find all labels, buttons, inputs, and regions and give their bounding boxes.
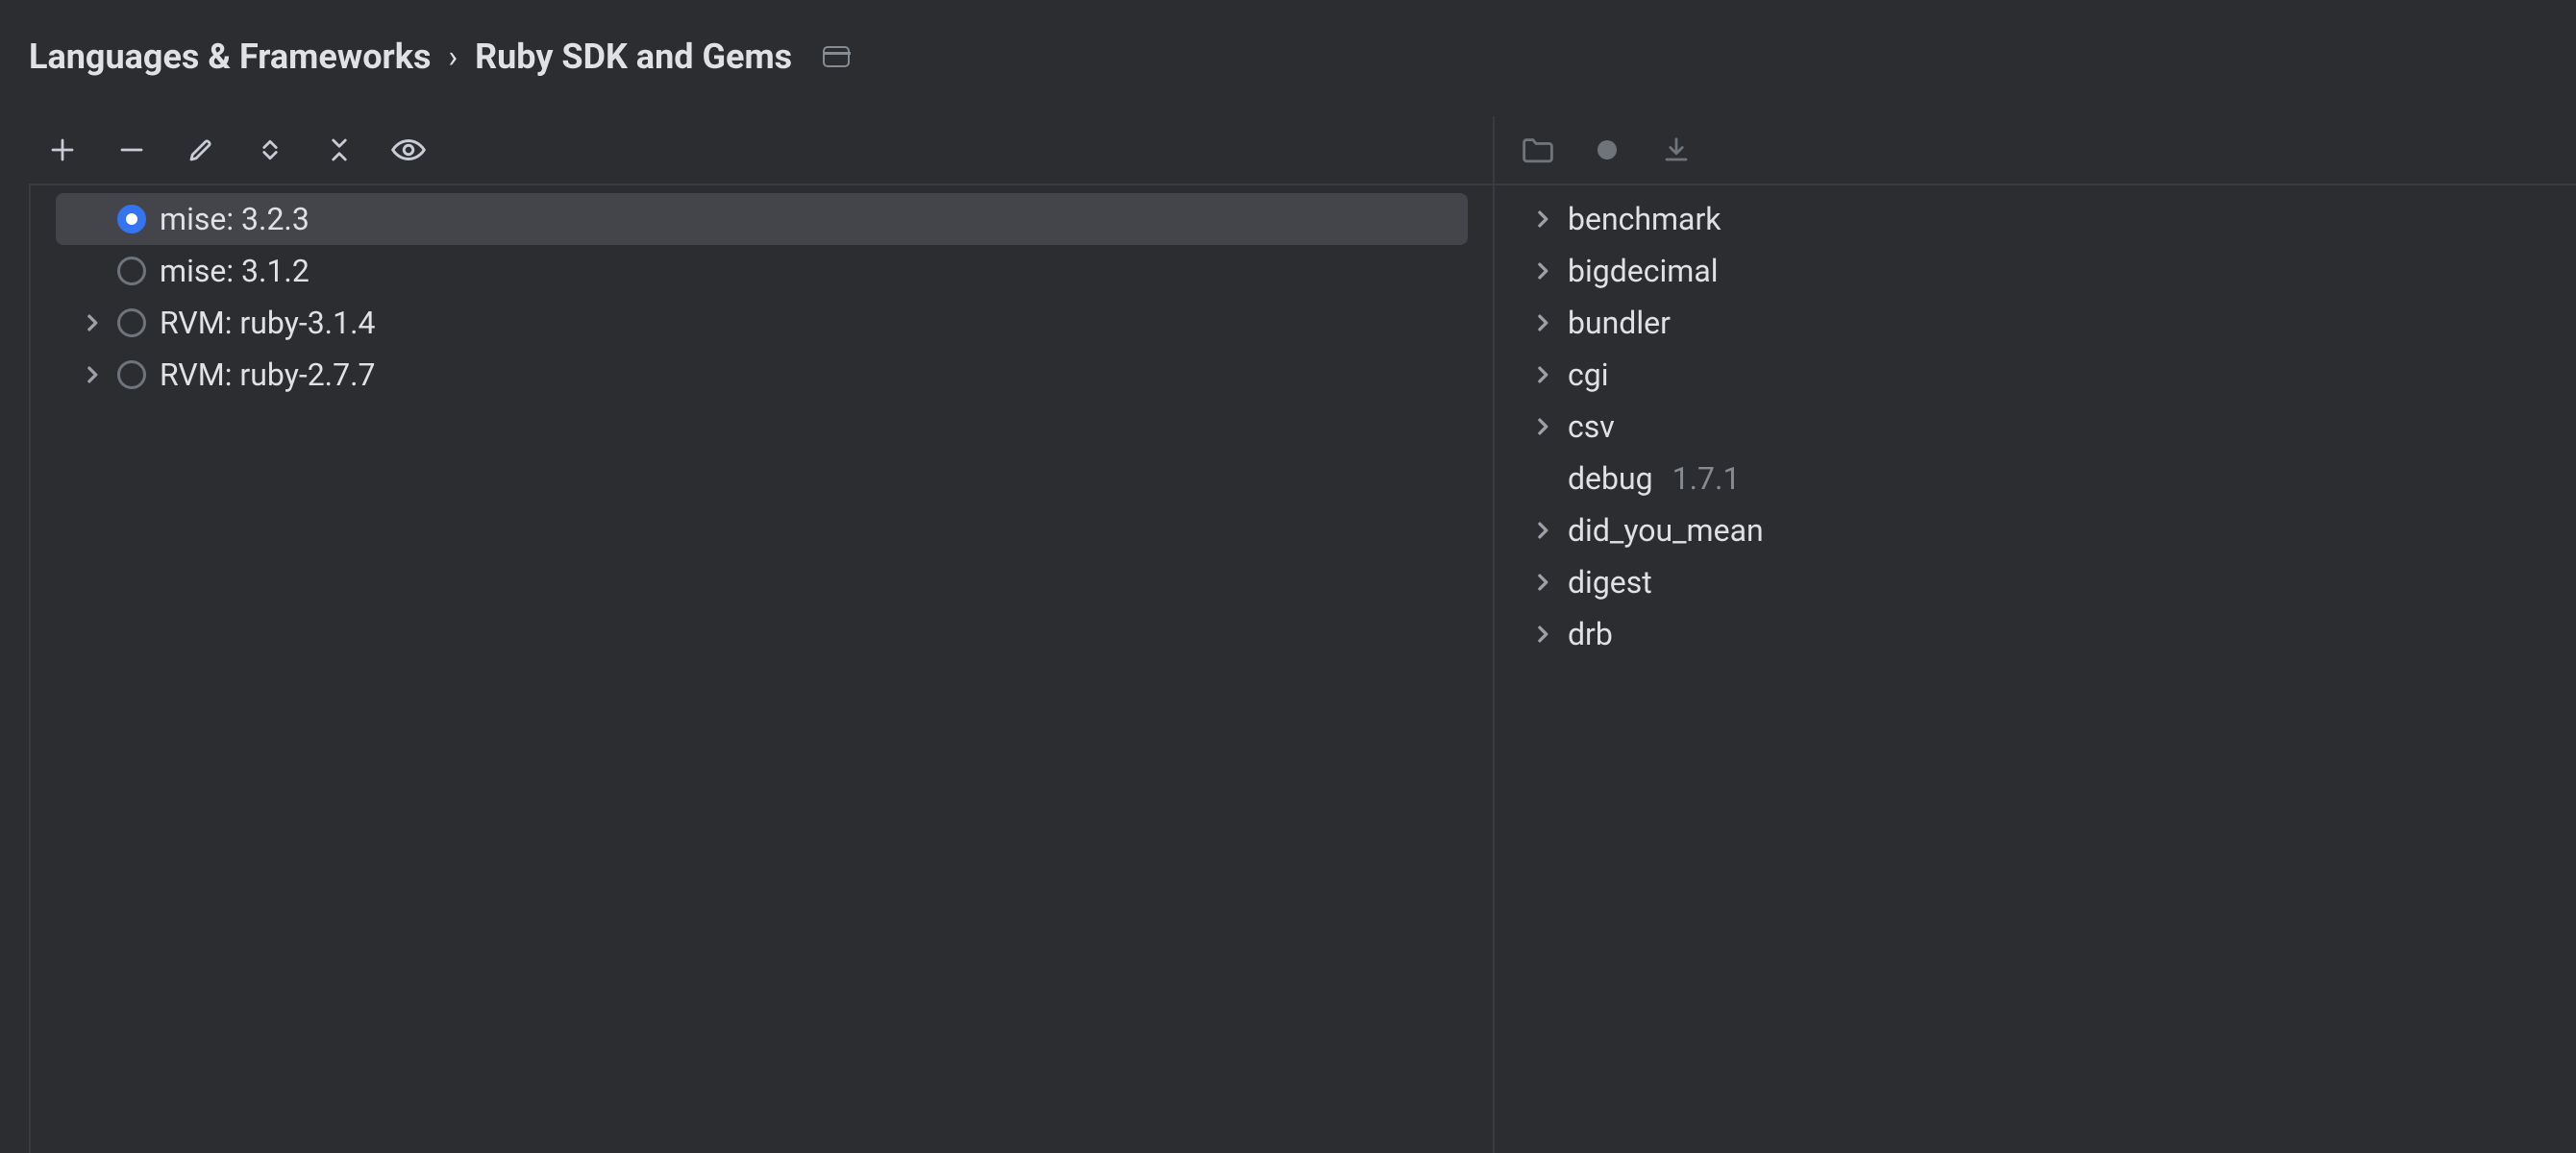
gem-row[interactable]: drb (1495, 608, 2576, 660)
sdk-radio[interactable] (117, 308, 146, 337)
chevron-right-icon[interactable] (83, 312, 104, 333)
gem-row[interactable]: bigdecimal (1495, 245, 2576, 297)
download-icon[interactable] (1658, 132, 1695, 168)
gem-version: 1.7.1 (1667, 460, 1741, 497)
gems-toolbar (1495, 116, 2576, 184)
chevron-right-icon[interactable] (1533, 520, 1554, 541)
sdk-label: RVM: ruby-2.7.7 (160, 356, 376, 393)
expand-all-icon[interactable] (252, 132, 288, 168)
breadcrumb-separator: › (448, 38, 458, 75)
gem-row[interactable]: digest (1495, 556, 2576, 608)
gem-name: csv (1568, 408, 1615, 445)
chevron-right-icon[interactable] (1533, 624, 1554, 645)
sdk-label: RVM: ruby-3.1.4 (160, 305, 376, 341)
gem-name: cgi (1568, 356, 1609, 393)
edit-icon[interactable] (183, 132, 219, 168)
show-hidden-icon[interactable] (390, 132, 427, 168)
gem-name: did_you_mean (1568, 512, 1764, 549)
sdk-radio[interactable] (117, 257, 146, 285)
chevron-right-icon[interactable] (83, 364, 104, 385)
gem-name: benchmark (1568, 201, 1721, 237)
folder-icon[interactable] (1520, 132, 1556, 168)
collapse-all-icon[interactable] (321, 132, 358, 168)
gem-name: debug (1568, 460, 1653, 497)
gem-name: drb (1568, 616, 1613, 652)
sdk-list: mise: 3.2.3 mise: 3.1.2 RVM: ruby-3.1.4 RVM… (29, 184, 1493, 1153)
sdk-row[interactable]: RVM: ruby-3.1.4 (56, 297, 1468, 349)
sdk-row[interactable]: mise: 3.1.2 (56, 245, 1468, 297)
breadcrumb: Languages & Frameworks › Ruby SDK and Ge… (0, 0, 2576, 115)
sdk-label: mise: 3.2.3 (160, 201, 310, 237)
gem-row[interactable]: cgi (1495, 349, 2576, 401)
gem-list: benchmark bigdecimal bundler cgi csv debug 1.7… (1495, 184, 2576, 1153)
add-icon[interactable] (44, 132, 81, 168)
sdk-toolbar (29, 116, 1493, 184)
gem-name: bigdecimal (1568, 253, 1719, 289)
gem-row[interactable]: csv (1495, 401, 2576, 453)
chevron-right-icon[interactable] (1533, 312, 1554, 333)
gem-row[interactable]: debug 1.7.1 (1495, 453, 2576, 504)
gem-name: digest (1568, 564, 1652, 601)
gem-row[interactable]: did_you_mean (1495, 504, 2576, 556)
dot-icon[interactable] (1589, 132, 1625, 168)
chevron-right-icon[interactable] (1533, 364, 1554, 385)
chevron-right-icon[interactable] (1533, 209, 1554, 230)
gem-row[interactable]: benchmark (1495, 193, 2576, 245)
sdk-radio[interactable] (117, 360, 146, 389)
breadcrumb-current: Ruby SDK and Gems (475, 37, 792, 77)
sdk-row[interactable]: mise: 3.2.3 (56, 193, 1468, 245)
remove-icon[interactable] (113, 132, 150, 168)
sdk-panel: mise: 3.2.3 mise: 3.1.2 RVM: ruby-3.1.4 RVM… (29, 116, 1495, 1153)
chevron-right-icon[interactable] (1533, 416, 1554, 437)
breadcrumb-parent[interactable]: Languages & Frameworks (29, 37, 431, 77)
chevron-right-icon[interactable] (1533, 572, 1554, 593)
gem-row[interactable]: bundler (1495, 297, 2576, 349)
sdk-radio[interactable] (117, 205, 146, 233)
gems-panel: benchmark bigdecimal bundler cgi csv debug 1.7… (1495, 116, 2576, 1153)
chevron-right-icon[interactable] (1533, 260, 1554, 282)
sdk-row[interactable]: RVM: ruby-2.7.7 (56, 349, 1468, 401)
gem-name: bundler (1568, 305, 1671, 341)
sdk-label: mise: 3.1.2 (160, 253, 310, 289)
window-icon[interactable] (823, 46, 850, 67)
